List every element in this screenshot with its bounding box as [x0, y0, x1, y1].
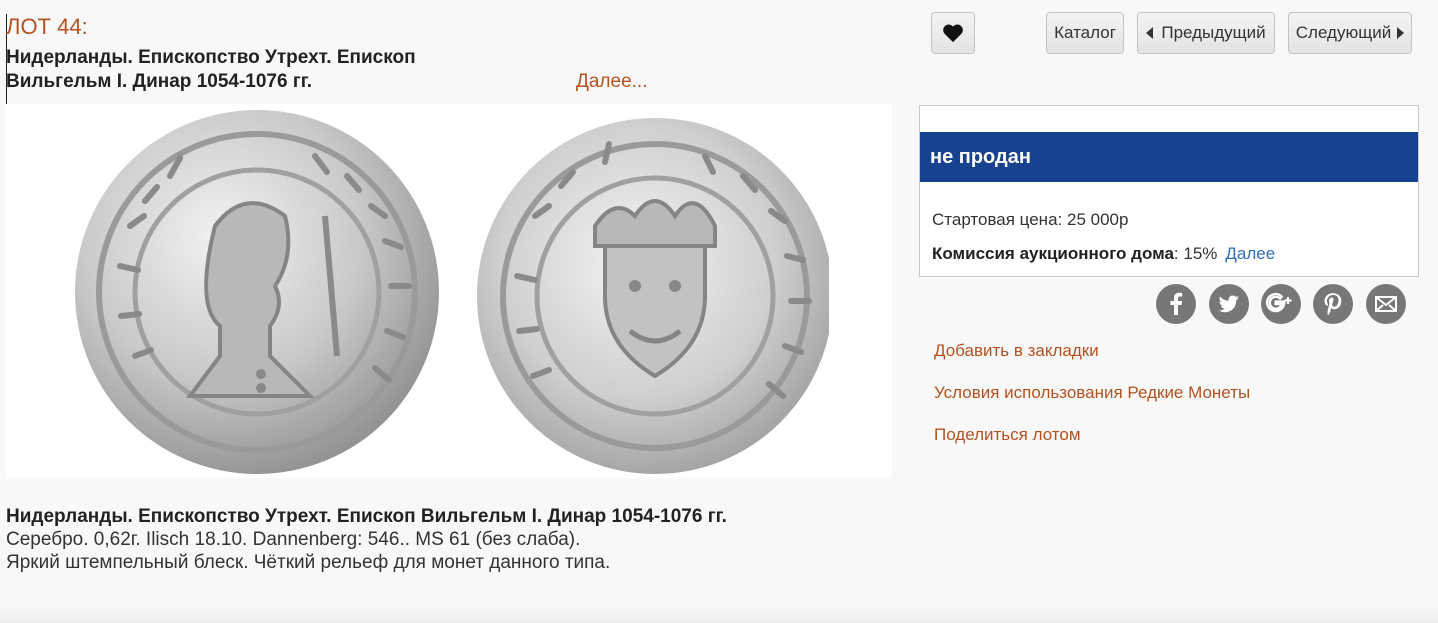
previous-button[interactable]: Предыдущий [1137, 12, 1275, 54]
mail-icon [1375, 296, 1397, 312]
start-price: Стартовая цена: 25 000р [932, 210, 1128, 230]
lot-description: Нидерланды. Епископство Утрехт. Епископ … [6, 505, 886, 574]
description-line-1: Серебро. 0,62г. Ilisch 18.10. Dannenberg… [6, 529, 581, 550]
description-title: Нидерланды. Епископство Утрехт. Епископ … [6, 506, 727, 527]
commission: Комиссия аукционного дома: 15% Далее [932, 244, 1275, 264]
status-banner: не продан [920, 132, 1418, 182]
coin-image[interactable] [6, 104, 892, 478]
share-pinterest-button[interactable] [1313, 284, 1353, 324]
caret-right-icon [1397, 27, 1405, 39]
coin-obverse [75, 110, 439, 474]
commission-more-link[interactable]: Далее [1225, 244, 1275, 263]
coin-reverse [477, 118, 829, 474]
share-mail-button[interactable] [1366, 284, 1406, 324]
pinterest-icon [1324, 293, 1342, 316]
caret-left-icon [1146, 27, 1154, 39]
share-twitter-button[interactable] [1209, 284, 1249, 324]
lot-title: Нидерланды. Епископство Утрехт. Епископ … [6, 47, 416, 92]
terms-of-use-link[interactable]: Условия использования Редкие Монеты [934, 383, 1250, 403]
coin-photo [75, 110, 829, 474]
start-price-label: Стартовая цена: [932, 210, 1063, 229]
commission-value: : 15% [1173, 244, 1218, 263]
google-plus-icon [1266, 292, 1292, 313]
twitter-icon [1218, 295, 1239, 313]
heart-icon [943, 24, 963, 43]
commission-label: Комиссия аукционного дома [932, 244, 1174, 263]
catalog-button[interactable]: Каталог [1046, 12, 1124, 54]
more-link[interactable]: Далее... [576, 71, 648, 93]
favorite-button[interactable] [931, 12, 975, 54]
page-bottom-strip [0, 605, 1438, 623]
previous-label: Предыдущий [1161, 23, 1266, 42]
lot-status-panel: не продан Стартовая цена: 25 000р Комисс… [919, 105, 1419, 277]
description-line-2: Яркий штемпельный блеск. Чёткий рельеф д… [6, 552, 611, 573]
share-lot-link[interactable]: Поделиться лотом [934, 425, 1081, 445]
share-facebook-button[interactable] [1156, 284, 1196, 324]
next-button[interactable]: Следующий [1288, 12, 1412, 54]
share-google-plus-button[interactable] [1261, 284, 1301, 324]
add-bookmark-link[interactable]: Добавить в закладки [934, 341, 1099, 361]
start-price-value: 25 000р [1066, 210, 1129, 229]
lot-number: ЛОТ 44: [6, 14, 88, 39]
facebook-icon [1170, 292, 1183, 315]
next-label: Следующий [1295, 23, 1392, 42]
